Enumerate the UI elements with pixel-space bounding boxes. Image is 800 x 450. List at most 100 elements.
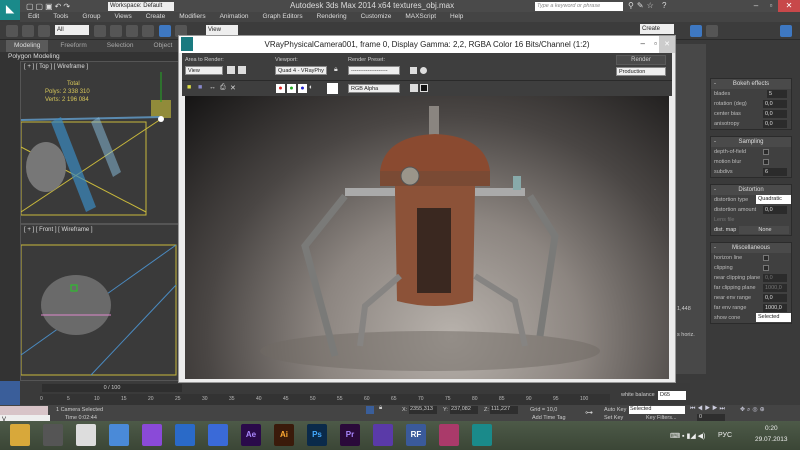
copy-icon[interactable]: ■ xyxy=(198,84,202,91)
link-icon[interactable] xyxy=(6,25,18,37)
render-button[interactable]: Render xyxy=(616,55,666,65)
blue-channel-toggle[interactable]: ● xyxy=(298,84,307,93)
polygon-modeling-panel[interactable]: Polygon Modeling xyxy=(0,52,180,61)
production-dropdown[interactable]: Production xyxy=(616,67,666,76)
menu-maxscript[interactable]: MAXScript xyxy=(405,12,436,22)
reference-coord-dropdown[interactable]: View xyxy=(206,25,238,35)
menu-animation[interactable]: Animation xyxy=(220,12,249,22)
taskbar-app-ae[interactable]: Ae xyxy=(241,424,261,446)
frame-maximize-button[interactable]: ▫ xyxy=(654,39,657,48)
blades-spinner[interactable]: 5 xyxy=(767,90,787,98)
preset-save-icon[interactable] xyxy=(410,67,417,74)
menu-group[interactable]: Group xyxy=(82,12,100,22)
z-coordinate-field[interactable]: 111,227 xyxy=(490,406,518,414)
near-clip-spinner[interactable]: 0,0 xyxy=(763,274,787,282)
workspace-dropdown[interactable]: Workspace: Default xyxy=(108,2,174,11)
taskbar-app-app3[interactable] xyxy=(439,424,459,446)
taskbar-app-chrome[interactable] xyxy=(76,424,96,446)
taskbar-app-3dsmax[interactable] xyxy=(472,424,492,446)
key-icon[interactable]: ⊶ xyxy=(585,408,593,417)
date[interactable]: 29.07.2013 xyxy=(755,436,788,443)
render-preset-dropdown[interactable]: -------------------- xyxy=(348,66,400,75)
lock-selection-icon[interactable]: 🔒︎ xyxy=(379,405,382,412)
menu-tools[interactable]: Tools xyxy=(53,12,68,22)
quick-access-toolbar[interactable]: ▢▢▣↶↷ xyxy=(26,2,72,11)
horiz-button[interactable]: s horiz. xyxy=(677,332,695,338)
key-mode-dropdown[interactable]: Selected xyxy=(629,406,685,414)
selection-filter-dropdown[interactable]: All xyxy=(55,25,89,35)
lens-file-button[interactable]: Lens file xyxy=(714,217,735,223)
print-icon[interactable]: ⎙ xyxy=(220,84,226,92)
viewport-dropdown[interactable]: Quad 4 - VRayPhy xyxy=(275,66,327,75)
rectangle-selection-icon[interactable] xyxy=(126,25,138,37)
menu-graph-editors[interactable]: Graph Editors xyxy=(263,12,303,22)
menu-edit[interactable]: Edit xyxy=(28,12,39,22)
dist-map-button[interactable]: None xyxy=(739,226,789,234)
save-image-icon[interactable]: ■ xyxy=(187,84,191,91)
distortion-amount-spinner[interactable]: 0,0 xyxy=(763,206,787,214)
move-icon[interactable] xyxy=(159,25,171,37)
dof-checkbox[interactable] xyxy=(763,149,769,155)
color-swatch[interactable] xyxy=(327,83,338,94)
render-setup-icon[interactable] xyxy=(420,67,427,74)
isolate-icon[interactable] xyxy=(366,406,374,414)
subdivs-spinner[interactable]: 6 xyxy=(763,168,787,176)
taskbar-app-3ds[interactable] xyxy=(43,424,63,446)
current-frame-field[interactable]: 0 xyxy=(697,414,725,421)
x-coordinate-field[interactable]: 2355,313 xyxy=(409,406,437,414)
render-frame-icon[interactable] xyxy=(780,25,792,37)
menu-modifiers[interactable]: Modifiers xyxy=(179,12,205,22)
rollout-header[interactable]: Miscellaneous xyxy=(711,243,791,253)
y-coordinate-field[interactable]: 237,082 xyxy=(450,406,478,414)
rotation-spinner[interactable]: 0,0 xyxy=(763,100,787,108)
playback-controls[interactable]: ⏮◀▶▶⏭ xyxy=(690,406,727,413)
taskbar-app-vs[interactable] xyxy=(142,424,162,446)
auto-region-icon[interactable] xyxy=(238,66,246,74)
white-balance-dropdown[interactable]: D65 xyxy=(658,391,686,400)
tab-modeling[interactable]: Modeling xyxy=(6,40,49,52)
viewport-top[interactable]: [ + ] [ Top ] [ Wireframe ] Total Polys:… xyxy=(20,61,180,224)
window-crossing-icon[interactable] xyxy=(142,25,154,37)
menu-create[interactable]: Create xyxy=(146,12,166,22)
tab-selection[interactable]: Selection xyxy=(99,40,142,52)
taskbar-app-cinema4d[interactable] xyxy=(175,424,195,446)
viewport-nav-controls[interactable]: ✥⌕◎⊕ xyxy=(740,406,767,414)
show-cone-dropdown[interactable]: Selected xyxy=(756,313,791,322)
viewport-front[interactable]: [ + ] [ Front ] [ Wireframe ] xyxy=(20,224,180,381)
close-button[interactable]: ✕ xyxy=(778,0,800,12)
green-channel-toggle[interactable]: ● xyxy=(287,84,296,93)
frame-close-button[interactable]: ✕ xyxy=(659,36,675,53)
anisotropy-spinner[interactable]: 0,0 xyxy=(763,120,787,128)
taskbar-app-app2[interactable] xyxy=(373,424,393,446)
taskbar-app-pr[interactable]: Pr xyxy=(340,424,360,446)
taskbar-app-rf[interactable]: RF xyxy=(406,424,426,446)
mono-icon[interactable]: ◐ xyxy=(309,84,313,91)
horizon-checkbox[interactable] xyxy=(763,255,769,261)
app-menu-button[interactable]: ◣ xyxy=(0,0,20,20)
unlink-icon[interactable] xyxy=(22,25,34,37)
menu-rendering[interactable]: Rendering xyxy=(317,12,347,22)
track-bar[interactable]: 0 5 10 15 20 25 30 35 40 45 50 55 60 65 70 75 80 85 90 95 10… xyxy=(40,394,610,405)
display-alpha-icon[interactable] xyxy=(410,84,418,92)
infocenter-icons[interactable]: ⚲✎☆ ? xyxy=(628,1,669,10)
area-to-render-dropdown[interactable]: View xyxy=(185,66,223,75)
far-clip-spinner[interactable]: 1000,0 xyxy=(763,284,787,292)
edit-region-icon[interactable] xyxy=(227,66,235,74)
language-indicator[interactable]: РУС xyxy=(718,432,732,439)
maximize-button[interactable]: ▫ xyxy=(764,0,778,12)
distortion-type-dropdown[interactable]: Quadratic xyxy=(756,195,791,204)
clock[interactable]: 0:20 xyxy=(765,425,778,432)
rollout-header[interactable]: Sampling xyxy=(711,137,791,147)
named-selection-dropdown[interactable]: Create Selection Se xyxy=(640,24,674,52)
clone-icon[interactable]: ↔ xyxy=(209,84,216,91)
frame-minimize-button[interactable]: – xyxy=(641,39,645,48)
select-by-name-icon[interactable] xyxy=(110,25,122,37)
rollout-header[interactable]: Distortion xyxy=(711,185,791,195)
tray-icons[interactable]: ⌨ ▪ ▮◢ ◀) xyxy=(670,432,705,440)
menu-views[interactable]: Views xyxy=(114,12,131,22)
menu-customize[interactable]: Customize xyxy=(361,12,392,22)
viewport-layout-icon[interactable] xyxy=(0,381,20,405)
material-editor-icon[interactable] xyxy=(706,25,718,37)
search-input[interactable]: Type a keyword or phrase xyxy=(535,2,623,11)
display-mono-icon[interactable] xyxy=(420,84,428,92)
